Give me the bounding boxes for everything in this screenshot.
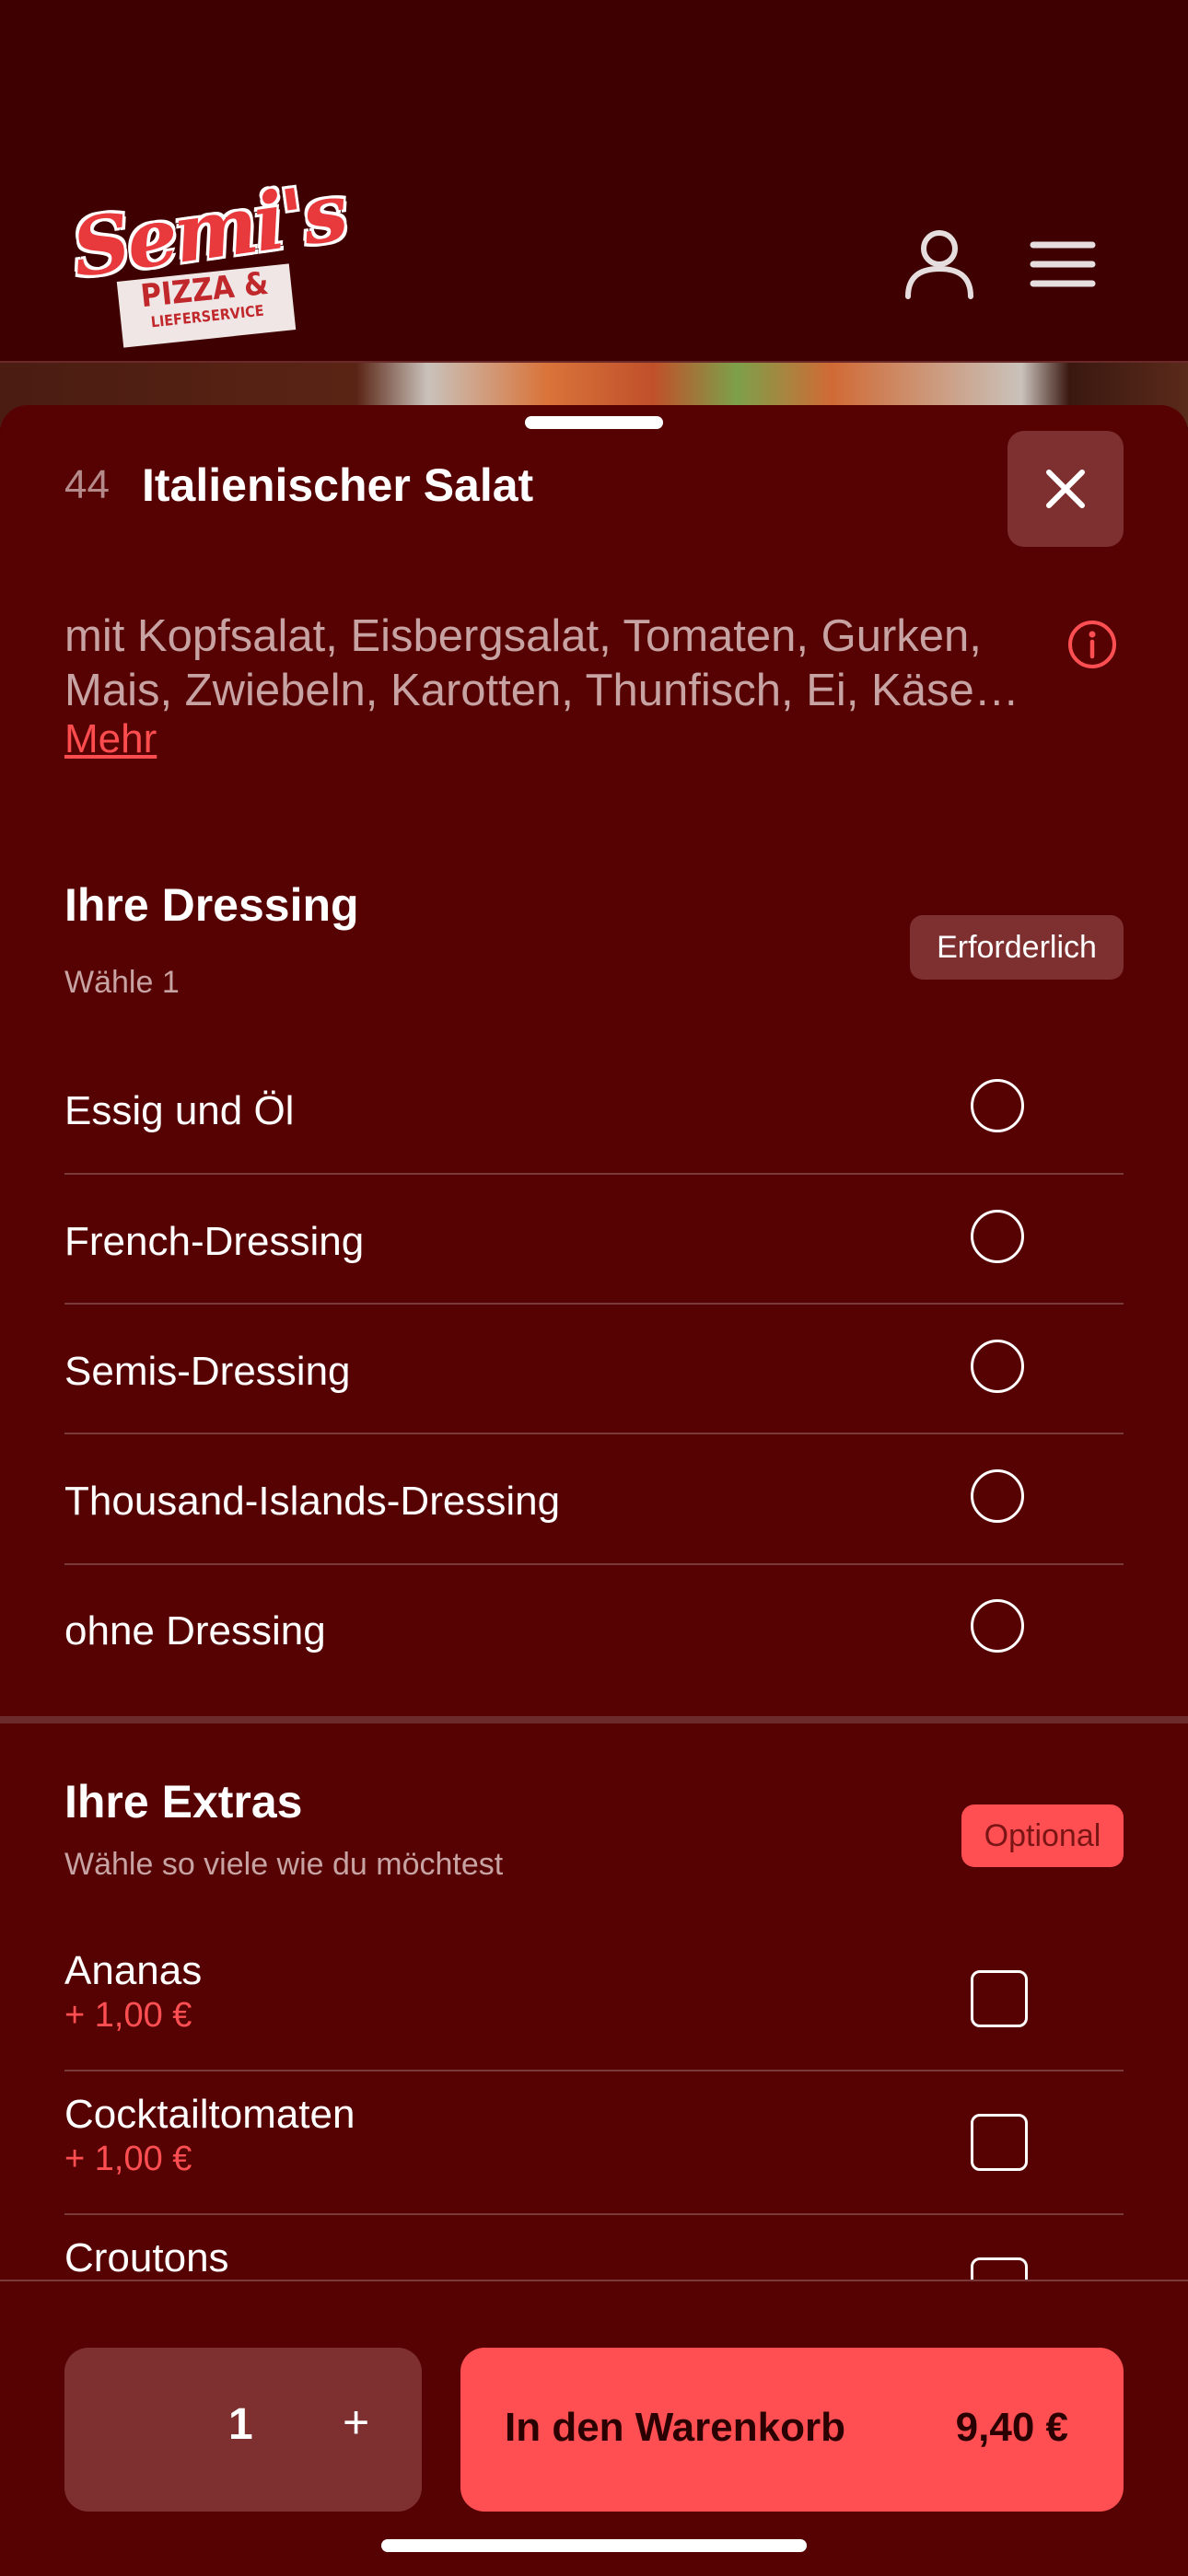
add-to-cart-button[interactable]: In den Warenkorb 9,40 € [460,2348,1124,2512]
info-icon[interactable] [1066,619,1118,670]
hamburger-menu-icon[interactable] [1030,238,1096,291]
optional-badge: Optional [961,1804,1124,1867]
user-icon[interactable] [903,228,976,300]
option-label: Cocktailtomaten [64,2092,355,2137]
close-button[interactable] [1007,431,1124,547]
radio-button[interactable] [971,1469,1024,1523]
option-label: French-Dressing [64,1219,365,1264]
option-price: + 1,00 € [64,2140,192,2178]
divider [64,1173,1124,1175]
radio-button[interactable] [971,1340,1024,1393]
quantity-stepper[interactable]: 1 + [64,2348,422,2512]
checkbox[interactable] [971,2114,1028,2171]
radio-button[interactable] [971,1599,1024,1653]
more-link[interactable]: Mehr [64,716,157,762]
extras-section-title: Ihre Extras [64,1776,303,1828]
add-to-cart-label: In den Warenkorb [505,2405,845,2450]
sheet-grabber[interactable] [525,416,663,429]
divider [64,1303,1124,1305]
order-footer: 1 + In den Warenkorb 9,40 € [0,2280,1188,2576]
radio-button[interactable] [971,1210,1024,1263]
increment-button[interactable]: + [343,2396,369,2449]
option-price: + 1,00 € [64,1996,192,2035]
cart-total-price: 9,40 € [955,2405,1068,2450]
item-description: mit Kopfsalat, Eisbergsalat, Tomaten, Gu… [64,611,1019,715]
option-label: Thousand-Islands-Dressing [64,1479,561,1524]
section-divider [0,1716,1188,1723]
brand-logo[interactable]: Semi's PIZZA & LIEFERSERVICE [66,166,351,350]
required-badge: Erforderlich [910,915,1124,980]
option-label: Croutons [64,2235,229,2280]
product-sheet: 44 Italienischer Salat mit Kopfsalat, Ei… [0,405,1188,2574]
home-indicator[interactable] [381,2539,807,2552]
radio-button[interactable] [971,1079,1024,1132]
divider [64,1563,1124,1565]
divider [64,2070,1124,2071]
extras-section-subtitle: Wähle so viele wie du möchtest [64,1847,504,1882]
checkbox[interactable] [971,1970,1028,2027]
divider [64,1433,1124,1434]
quantity-value: 1 [228,2400,253,2449]
option-label: Ananas [64,1948,203,1993]
app-header: Semi's PIZZA & LIEFERSERVICE [0,0,1188,363]
dressing-section-title: Ihre Dressing [64,879,359,931]
dressing-section-subtitle: Wähle 1 [64,965,180,1000]
option-label: Semis-Dressing [64,1349,351,1394]
option-label: Essig und Öl [64,1088,295,1133]
item-number: 44 [64,462,110,507]
divider [64,2213,1124,2215]
item-title: Italienischer Salat [142,459,534,511]
option-label: ohne Dressing [64,1608,326,1654]
close-icon [1046,470,1085,508]
